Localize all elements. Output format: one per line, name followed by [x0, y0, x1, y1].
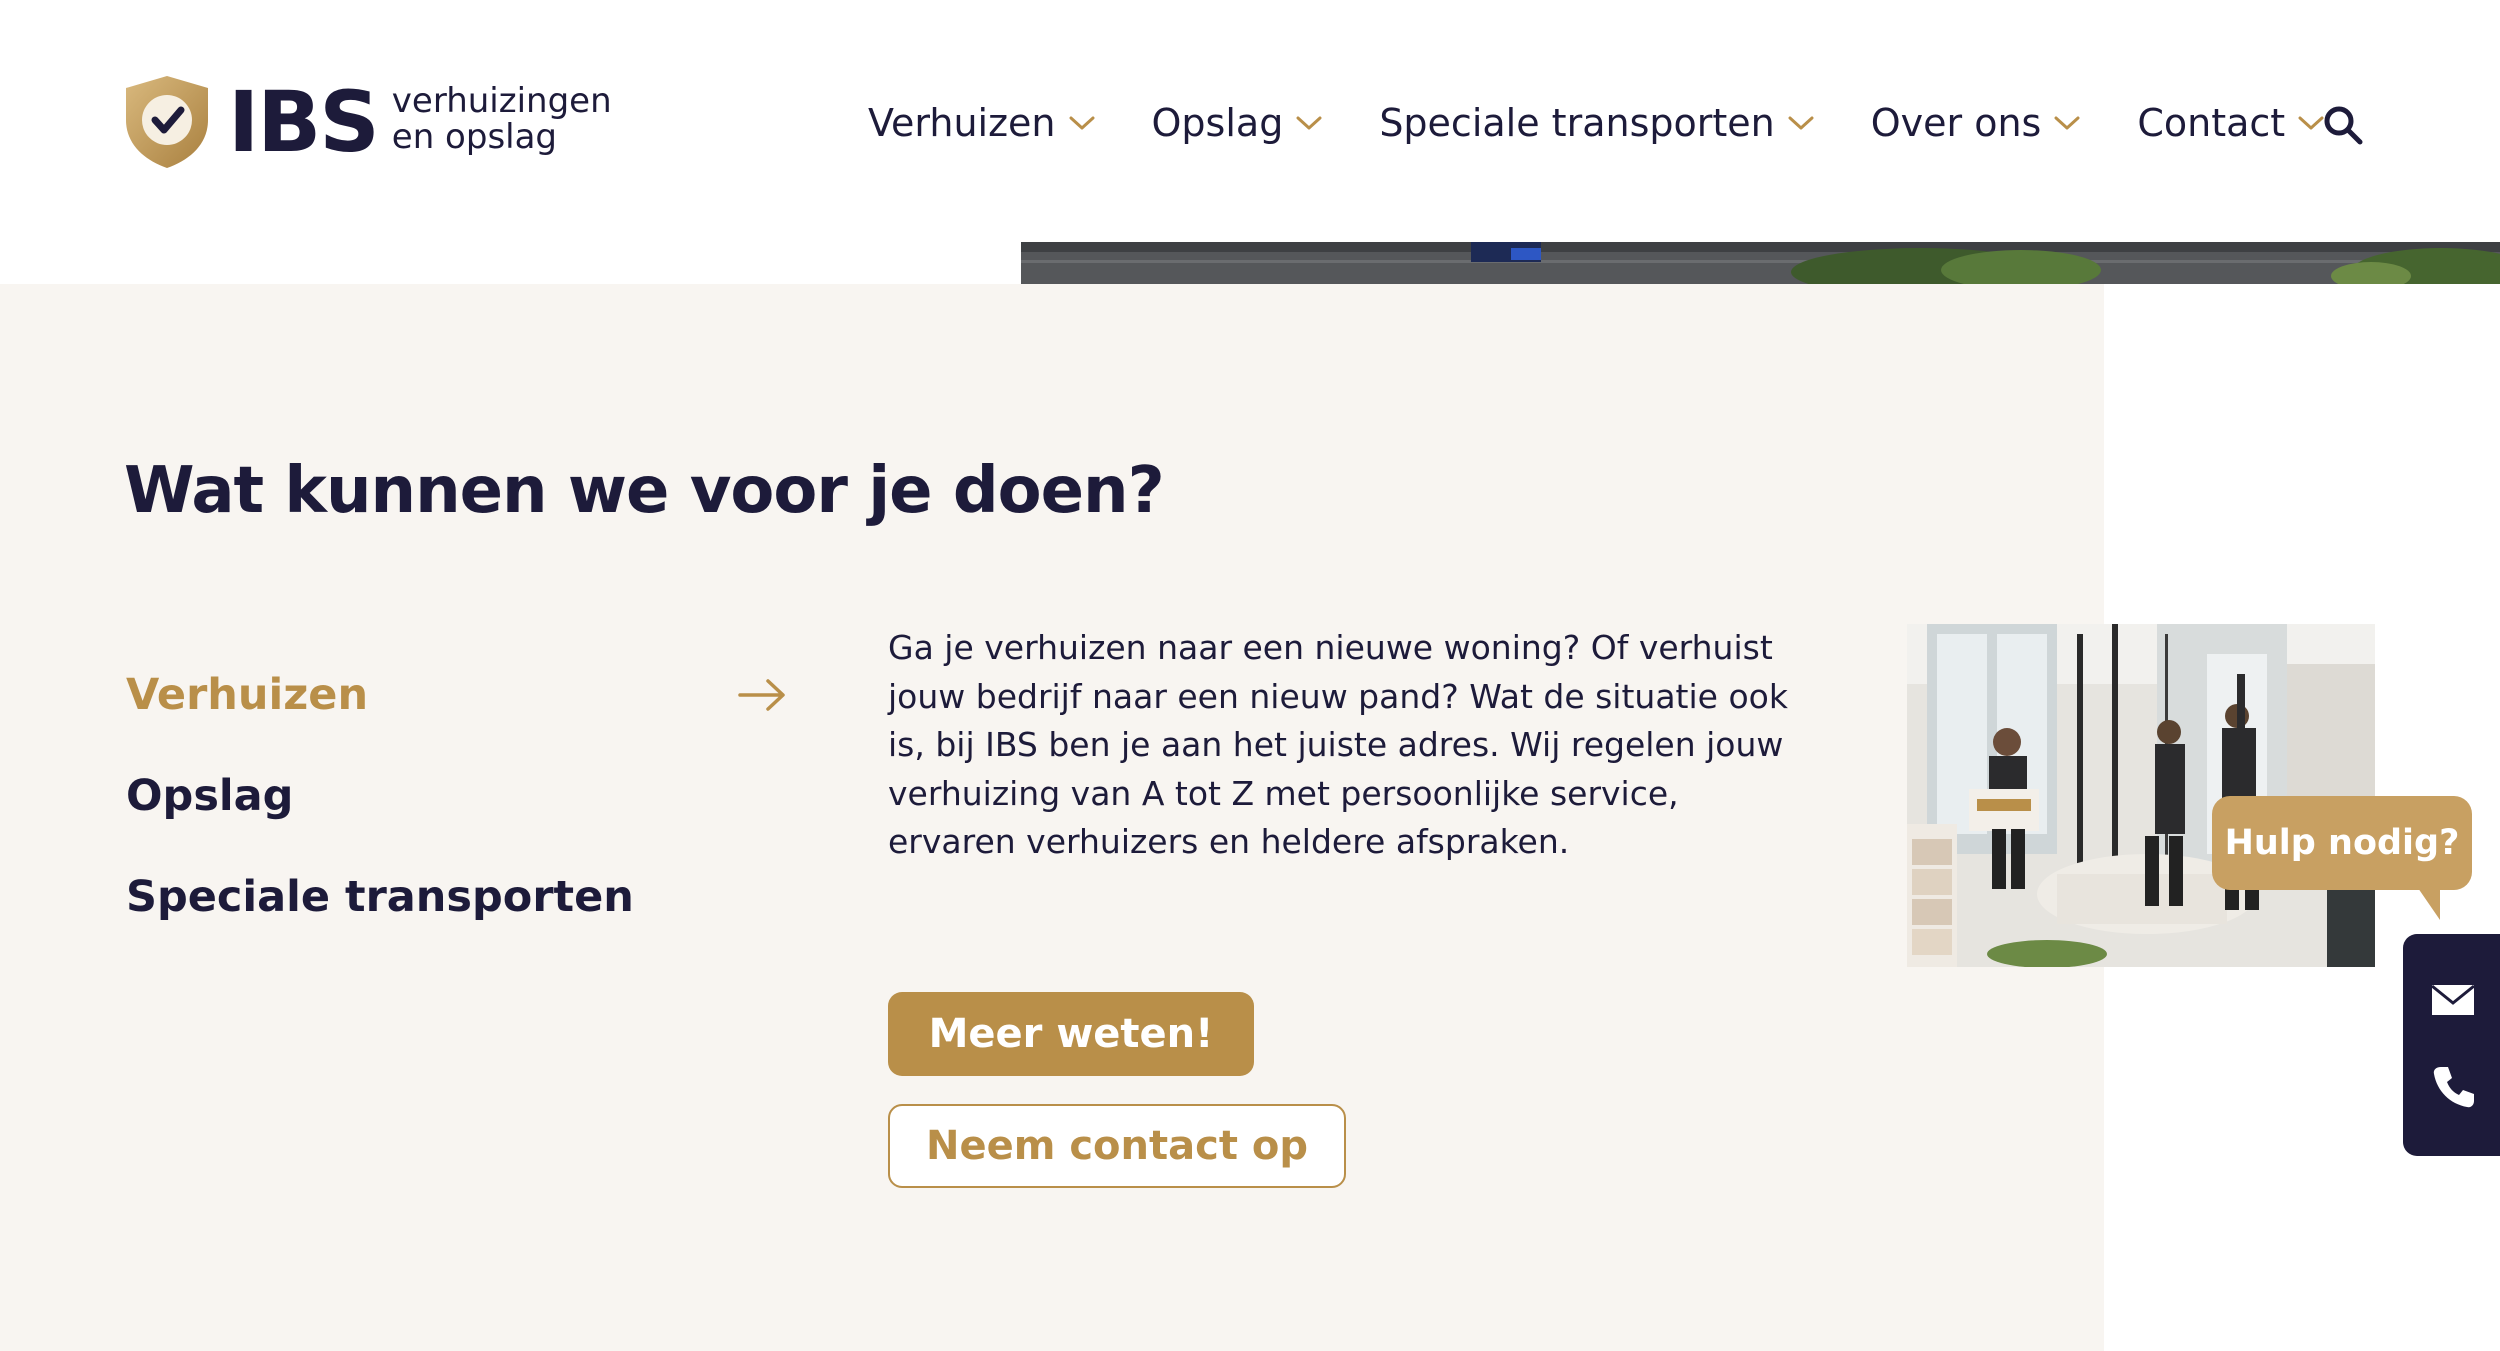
- site-header: IBS verhuizingen en opslag Verhuizen Ops…: [0, 0, 2500, 242]
- chevron-down-icon: [1296, 116, 1322, 130]
- chevron-down-icon: [2298, 116, 2324, 130]
- arrow-right-icon: [738, 678, 785, 711]
- logo-tagline-line1: verhuizingen: [391, 81, 612, 121]
- section-title: Wat kunnen we voor je doen?: [124, 454, 1165, 528]
- chevron-down-icon: [1788, 116, 1814, 130]
- shield-check-icon: [126, 76, 208, 168]
- service-label: Verhuizen: [126, 669, 369, 720]
- contact-side-panel: [2403, 934, 2500, 1156]
- help-chat-button[interactable]: Hulp nodig?: [2212, 796, 2472, 890]
- phone-icon[interactable]: [2431, 1064, 2477, 1110]
- nav-item-speciale-transporten[interactable]: Speciale transporten: [1379, 101, 1814, 145]
- service-item-speciale-transporten[interactable]: Speciale transporten: [126, 846, 786, 947]
- nav-label: Contact: [2137, 101, 2286, 145]
- nav-item-verhuizen[interactable]: Verhuizen: [868, 101, 1096, 145]
- nav-label: Speciale transporten: [1379, 101, 1775, 145]
- chevron-down-icon: [1069, 116, 1095, 130]
- logo[interactable]: IBS verhuizingen en opslag: [124, 74, 612, 170]
- search-icon[interactable]: [2322, 104, 2364, 146]
- nav-item-over-ons[interactable]: Over ons: [1871, 101, 2082, 145]
- services-section: Wat kunnen we voor je doen? Verhuizen Op…: [0, 284, 2104, 1351]
- main-nav: Verhuizen Opslag Speciale transporten Ov…: [868, 96, 2381, 150]
- nav-item-contact[interactable]: Contact: [2137, 101, 2325, 145]
- service-item-verhuizen[interactable]: Verhuizen: [126, 644, 786, 745]
- logo-tagline-line2: en opslag: [391, 117, 558, 157]
- nav-label: Over ons: [1870, 101, 2042, 145]
- neem-contact-op-button[interactable]: Neem contact op: [888, 1104, 1346, 1188]
- nav-item-opslag[interactable]: Opslag: [1152, 101, 1324, 145]
- services-list: Verhuizen Opslag Speciale transporten: [126, 644, 786, 947]
- service-label: Speciale transporten: [126, 871, 634, 922]
- service-label: Opslag: [126, 770, 294, 821]
- service-description: Ga je verhuizen naar een nieuwe woning? …: [888, 628, 1788, 861]
- help-bubble-tail: [2408, 888, 2440, 920]
- logo-tagline: verhuizingen en opslag: [392, 83, 612, 155]
- mail-icon[interactable]: [2431, 984, 2475, 1016]
- meer-weten-button[interactable]: Meer weten!: [888, 992, 1254, 1076]
- service-item-opslag[interactable]: Opslag: [126, 745, 786, 846]
- nav-label: Opslag: [1151, 101, 1284, 145]
- chevron-down-icon: [2054, 116, 2080, 130]
- hero-image: [1021, 242, 2500, 284]
- nav-label: Verhuizen: [868, 101, 1056, 145]
- logo-wordmark: IBS: [228, 73, 380, 171]
